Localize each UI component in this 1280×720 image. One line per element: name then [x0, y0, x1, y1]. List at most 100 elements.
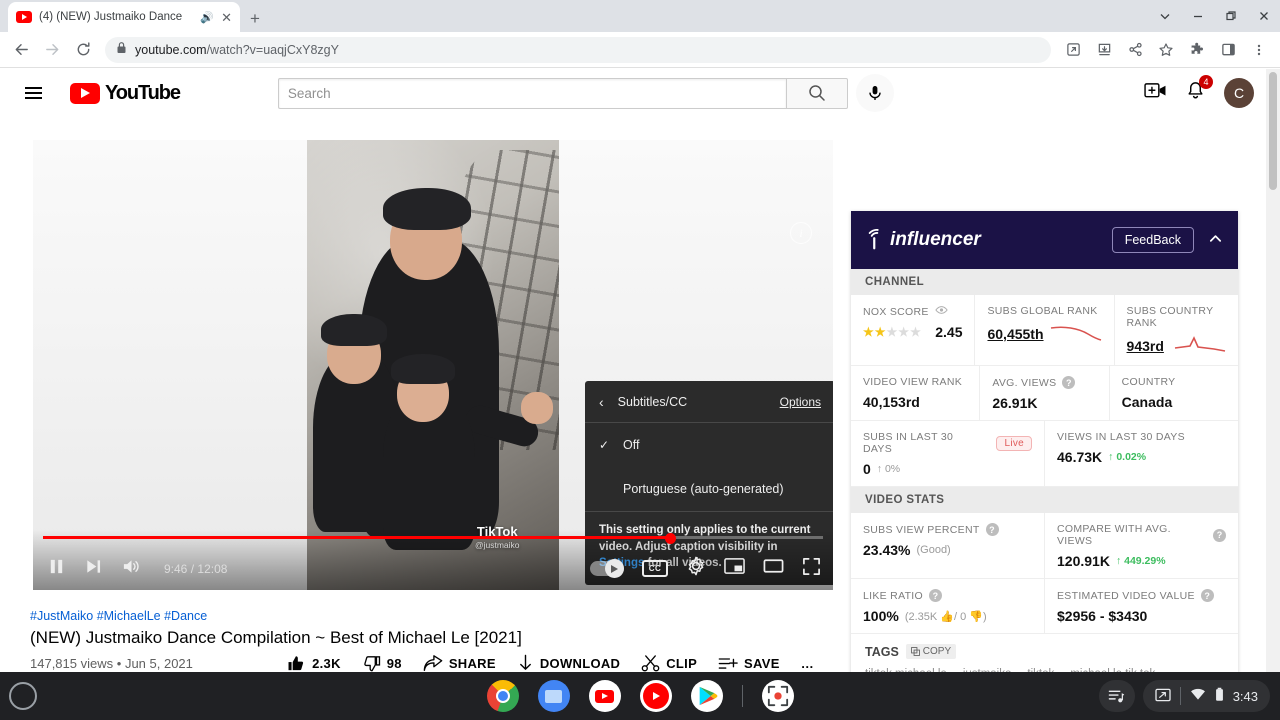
screen-capture-app-icon[interactable]	[761, 680, 794, 712]
install-icon[interactable]	[1090, 36, 1118, 64]
share-label: SHARE	[448, 656, 496, 671]
video-stats-section-header: VIDEO STATS	[851, 487, 1238, 513]
subtitles-option-portuguese[interactable]: Portuguese (auto-generated)	[585, 467, 833, 511]
help-icon[interactable]: ?	[929, 589, 942, 602]
browser-toolbar: youtube.com/watch?v=uaqjCxY8zgY	[0, 32, 1280, 68]
clock[interactable]: 3:43	[1233, 689, 1258, 704]
autoplay-toggle[interactable]	[590, 559, 624, 578]
video-views: 147,815 views • Jun 5, 2021	[30, 656, 193, 671]
subtitles-button[interactable]: CC	[642, 560, 668, 577]
open-external-icon[interactable]	[1059, 36, 1087, 64]
battery-icon[interactable]	[1215, 687, 1224, 705]
subs-global-rank-value[interactable]: 60,455th	[987, 326, 1043, 342]
launcher-button[interactable]	[9, 682, 37, 710]
scrollbar-thumb[interactable]	[1269, 72, 1277, 190]
progress-bar[interactable]	[43, 533, 823, 544]
search-input[interactable]: Search	[277, 77, 786, 109]
play-triangle-icon	[611, 565, 618, 573]
bookmark-star-icon[interactable]	[1152, 36, 1180, 64]
shelf-status-area: 3:43	[1098, 680, 1270, 712]
browser-tab[interactable]: (4) (NEW) Justmaiko Dance 🔊 ✕	[8, 2, 240, 32]
address-bar[interactable]: youtube.com/watch?v=uaqjCxY8zgY	[105, 36, 1051, 63]
tab-title: (4) (NEW) Justmaiko Dance	[39, 11, 183, 23]
channel-row-3: SUBS IN LAST 30 DAYS Live 0 ↑ 0% VIEWS IN…	[851, 421, 1238, 487]
screenshot-icon[interactable]	[1155, 688, 1171, 705]
fullscreen-button[interactable]	[802, 557, 821, 581]
files-app-icon[interactable]	[537, 680, 570, 712]
search-button[interactable]	[785, 77, 848, 109]
next-button[interactable]	[84, 557, 103, 581]
clip-button[interactable]: CLIP	[641, 654, 697, 673]
play-store-app-icon[interactable]	[690, 680, 723, 712]
window-minimize-icon[interactable]	[1181, 0, 1214, 32]
share-icon[interactable]	[1121, 36, 1149, 64]
like-ratio-value-row: 100% (2.35K 👍/ 0 👎)	[863, 608, 1032, 624]
copy-tags-button[interactable]: COPY	[905, 644, 957, 659]
chrome-app-icon[interactable]	[486, 680, 519, 712]
help-icon[interactable]: ?	[1200, 589, 1214, 602]
subtitles-options-link[interactable]: Options	[780, 395, 821, 409]
tab-audio-icon[interactable]: 🔊	[200, 11, 214, 24]
dislike-button[interactable]: 98	[362, 654, 402, 673]
youtube-logo[interactable]: YouTube	[70, 82, 181, 105]
help-icon[interactable]: ?	[985, 523, 999, 536]
voice-search-button[interactable]	[855, 74, 894, 112]
new-tab-button[interactable]: +	[250, 10, 260, 27]
window-restore-icon[interactable]	[1214, 0, 1247, 32]
save-button[interactable]: SAVE	[718, 655, 780, 673]
youtube-music-app-icon[interactable]	[639, 680, 672, 712]
info-icon[interactable]: i	[790, 222, 812, 244]
extensions-icon[interactable]	[1183, 36, 1211, 64]
video-hashtags[interactable]: #JustMaiko #MichaelLe #Dance	[30, 609, 820, 623]
youtube-app-icon[interactable]	[588, 680, 621, 712]
media-controls-button[interactable]	[1098, 680, 1135, 712]
download-label: DOWNLOAD	[539, 656, 621, 671]
reload-icon[interactable]	[69, 36, 97, 64]
notifications-button[interactable]: 4	[1185, 75, 1213, 106]
tab-close-icon[interactable]: ✕	[221, 11, 232, 24]
wifi-icon[interactable]	[1190, 688, 1206, 704]
pause-button[interactable]	[47, 557, 66, 581]
copy-label: COPY	[922, 646, 952, 657]
share-button[interactable]: SHARE	[423, 654, 496, 673]
create-video-icon[interactable]	[1144, 81, 1167, 105]
menu-icon[interactable]	[16, 87, 56, 99]
chevron-up-icon[interactable]	[1204, 231, 1223, 249]
shelf-divider	[741, 685, 743, 707]
miniplayer-button[interactable]	[724, 557, 745, 580]
subtitles-option-off[interactable]: ✓ Off	[585, 423, 833, 467]
player-controls-right: CC	[590, 556, 821, 581]
help-icon[interactable]: ?	[1062, 376, 1076, 389]
window-close-icon[interactable]	[1247, 0, 1280, 32]
forward-icon[interactable]	[38, 36, 66, 64]
page-scrollbar[interactable]	[1266, 69, 1280, 684]
volume-button[interactable]	[121, 557, 142, 581]
progress-knob[interactable]	[665, 533, 677, 544]
feedback-button[interactable]: FeedBack	[1111, 227, 1194, 253]
download-button[interactable]: DOWNLOAD	[517, 654, 620, 673]
youtube-favicon-icon	[16, 11, 32, 23]
video-time: 9:46 / 12:08	[164, 562, 228, 576]
like-button[interactable]: 2.3K	[287, 654, 341, 673]
theater-button[interactable]	[763, 557, 784, 580]
help-icon[interactable]: ?	[1213, 528, 1226, 542]
avatar[interactable]: C	[1224, 78, 1254, 108]
nox-score-cell: NOX SCORE ★ ★ ★ ★ ★ 2.45	[851, 295, 976, 365]
eye-icon[interactable]	[935, 305, 948, 318]
shelf-apps	[486, 680, 794, 712]
subs-country-rank-value[interactable]: 943rd	[1127, 338, 1164, 354]
clip-icon	[641, 655, 660, 672]
star-rating: ★ ★ ★ ★ ★	[863, 325, 921, 339]
back-icon[interactable]: ‹	[599, 394, 604, 410]
video-player[interactable]: TikTok @justmaiko i ‹ Subtitles/CC Optio…	[33, 140, 833, 590]
nox-brand: influencer	[866, 229, 981, 251]
tab-search-chevron-down-icon[interactable]	[1148, 0, 1181, 32]
chromeos-shelf: 3:43	[0, 672, 1280, 720]
side-panel-icon[interactable]	[1214, 36, 1242, 64]
back-icon[interactable]	[7, 36, 35, 64]
views-30-days-cell: VIEWS IN LAST 30 DAYS 46.73K ↑ 0.02%	[1045, 421, 1238, 486]
settings-button[interactable]	[686, 556, 706, 581]
more-actions-button[interactable]: …	[801, 656, 814, 671]
system-status-tray[interactable]: 3:43	[1142, 680, 1270, 712]
chrome-menu-icon[interactable]	[1245, 36, 1273, 64]
